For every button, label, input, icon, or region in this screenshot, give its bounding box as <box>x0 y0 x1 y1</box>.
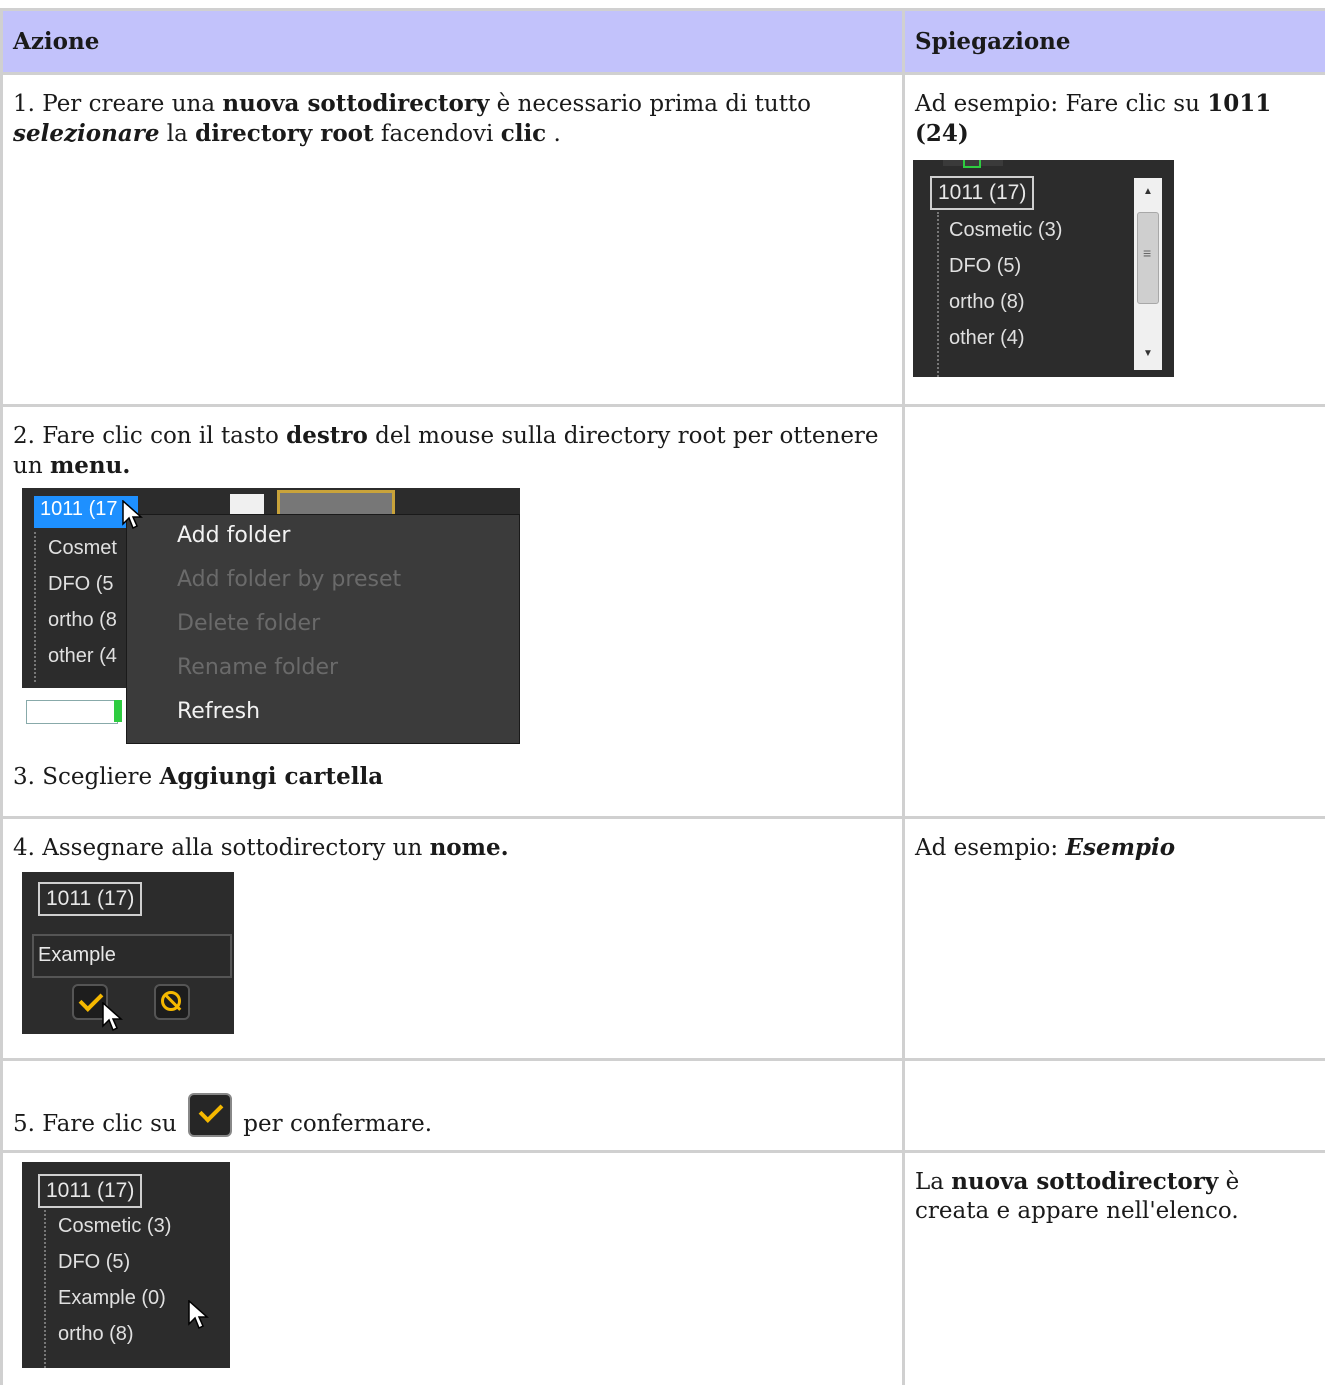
text: 5. Fare clic su <box>13 1111 184 1137</box>
text: 2. Fare clic con il tasto <box>13 423 287 449</box>
folder-tree-screenshot-1: 1011 (17) Cosmetic (3) DFO (5) ortho (8)… <box>913 160 1174 377</box>
text-bold: nome. <box>429 834 509 861</box>
text-bold: menu. <box>49 452 131 479</box>
text-bold-italic: Esempio <box>1065 834 1176 861</box>
header-azione: Azione <box>0 8 902 72</box>
text: la <box>159 121 196 147</box>
result-tree-screenshot: 1011 (17) Cosmetic (3) DFO (5) Example (… <box>22 1162 230 1368</box>
tree-item[interactable]: Cosmetic (3) <box>58 1212 171 1240</box>
text: 4. Assegnare alla sottodirectory un <box>13 835 430 861</box>
tree-root-item[interactable]: 1011 (17) <box>38 882 143 916</box>
menu-item-refresh[interactable]: Refresh <box>177 697 260 727</box>
tree-item-new[interactable]: Example (0) <box>58 1284 166 1312</box>
text: 1. Per creare una <box>13 91 223 117</box>
tree-item[interactable]: DFO (5 <box>48 570 114 598</box>
context-menu-screenshot: 1011 (17 Cosmet DFO (5 ortho (8 other (4… <box>22 488 520 744</box>
text-bold: nuova sottodirectory <box>951 1168 1219 1195</box>
header-spiegazione-label: Spiegazione <box>915 28 1071 55</box>
scroll-down-icon[interactable]: ▼ <box>1143 348 1153 359</box>
tooth-chart-strip <box>22 688 132 744</box>
instructions-table: Azione Spiegazione 1. Per creare una nuo… <box>0 0 1325 1385</box>
cancel-button[interactable] <box>154 984 190 1020</box>
row4-action: 5. Fare clic su per confermare. <box>0 1058 902 1150</box>
tree-item[interactable]: other (4 <box>48 642 117 670</box>
tree-item[interactable]: other (4) <box>949 324 1025 352</box>
text: La <box>915 1169 952 1195</box>
check-icon <box>78 987 104 1012</box>
header-spiegazione: Spiegazione <box>902 8 1325 72</box>
row1-action: 1. Per creare una nuova sottodirectory è… <box>0 72 902 404</box>
context-menu: Add folder Add folder by preset Delete f… <box>126 514 520 744</box>
tree-root-label: 1011 (17 <box>40 498 118 520</box>
check-icon <box>198 1098 224 1123</box>
row2-explanation <box>902 404 1325 816</box>
tree-item[interactable]: Cosmet <box>48 534 117 562</box>
row3-explanation: Ad esempio: Esempio <box>902 816 1325 1058</box>
text-bold: Aggiungi cartella <box>159 763 384 790</box>
confirm-button-inline[interactable] <box>188 1093 232 1137</box>
tree-item[interactable]: DFO (5) <box>949 252 1021 280</box>
scroll-up-icon[interactable]: ▲ <box>1143 186 1153 197</box>
text-bold: nuova sottodirectory <box>222 90 490 117</box>
tree-item[interactable]: DFO (5) <box>58 1248 130 1276</box>
tree-item[interactable]: ortho (8) <box>949 288 1025 316</box>
tree-root-item[interactable]: 1011 (17) <box>38 1174 143 1208</box>
header-azione-label: Azione <box>13 28 100 55</box>
tree-item[interactable]: ortho (8 <box>48 606 117 634</box>
menu-item-add-folder[interactable]: Add folder <box>177 521 290 551</box>
text-bold: clic <box>500 120 547 147</box>
text-bold-italic: selezionare <box>13 120 160 147</box>
scroll-thumb[interactable]: ≡ <box>1137 212 1159 304</box>
text: facendovi <box>373 121 501 147</box>
tree-item[interactable]: ortho (8) <box>58 1320 134 1348</box>
row2-step3: 3. Scegliere Aggiungi cartella <box>13 762 383 792</box>
text: . <box>546 121 561 147</box>
row4-explanation <box>902 1058 1325 1150</box>
text-bold: directory root <box>195 120 374 147</box>
text: Ad esempio: Fare clic su <box>915 91 1208 117</box>
grip-icon: ≡ <box>1143 245 1152 261</box>
tree-item[interactable]: Cosmetic (3) <box>949 216 1062 244</box>
text: per confermare. <box>236 1111 433 1137</box>
tree-root-item[interactable]: 1011 (17) <box>930 176 1035 210</box>
text-bold: destro <box>286 422 368 449</box>
menu-item-add-folder-by-preset[interactable]: Add folder by preset <box>177 565 401 595</box>
cancel-icon <box>161 991 181 1011</box>
tree-scrollbar[interactable]: ▲ ≡ ▼ <box>1134 178 1162 370</box>
folder-name-input[interactable]: Example <box>32 934 232 978</box>
text: 3. Scegliere <box>13 764 160 790</box>
text: Ad esempio: <box>915 835 1066 861</box>
menu-item-rename-folder[interactable]: Rename folder <box>177 653 338 683</box>
rename-screenshot: 1011 (17) Example <box>22 872 234 1034</box>
row5-explanation: La nuova sottodirectory è creata e appar… <box>902 1150 1325 1385</box>
menu-item-delete-folder[interactable]: Delete folder <box>177 609 320 639</box>
text: è necessario prima di tutto <box>489 91 812 117</box>
